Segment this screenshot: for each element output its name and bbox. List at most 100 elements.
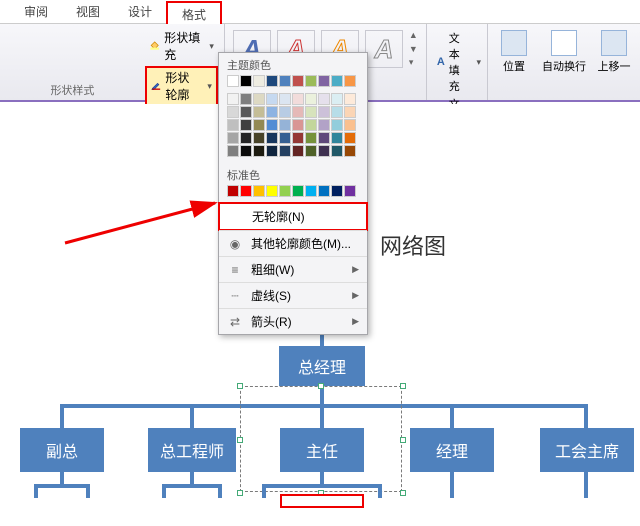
color-swatch[interactable] — [331, 119, 343, 131]
tab-design[interactable]: 设计 — [114, 0, 166, 23]
color-swatch[interactable] — [279, 119, 291, 131]
color-swatch[interactable] — [318, 106, 330, 118]
color-swatch[interactable] — [240, 106, 252, 118]
tab-view[interactable]: 视图 — [62, 0, 114, 23]
arrows-item[interactable]: ⇄ 箭头(R) ▶ — [219, 308, 367, 334]
color-swatch[interactable] — [292, 106, 304, 118]
node-manager[interactable]: 经理 — [410, 428, 494, 472]
color-swatch[interactable] — [344, 119, 356, 131]
wordart-gallery-more[interactable]: ▾ — [409, 57, 418, 68]
weight-item[interactable]: ≡ 粗细(W) ▶ — [219, 256, 367, 282]
position-button[interactable]: 位置 — [492, 30, 536, 94]
color-swatch[interactable] — [305, 119, 317, 131]
color-swatch[interactable] — [305, 93, 317, 105]
resize-handle[interactable] — [237, 383, 243, 389]
node-chief-eng[interactable]: 总工程师 — [148, 428, 236, 472]
color-swatch[interactable] — [266, 75, 278, 87]
color-swatch[interactable] — [227, 119, 239, 131]
resize-handle[interactable] — [400, 437, 406, 443]
dashes-item[interactable]: ┈ 虚线(S) ▶ — [219, 282, 367, 308]
color-swatch[interactable] — [292, 93, 304, 105]
color-swatch[interactable] — [331, 106, 343, 118]
color-swatch[interactable] — [240, 93, 252, 105]
color-swatch[interactable] — [344, 93, 356, 105]
node-union[interactable]: 工会主席 — [540, 428, 634, 472]
color-swatch[interactable] — [305, 145, 317, 157]
color-swatch[interactable] — [305, 185, 317, 197]
color-swatch[interactable] — [279, 93, 291, 105]
resize-handle[interactable] — [400, 383, 406, 389]
color-swatch[interactable] — [305, 132, 317, 144]
shape-fill-button[interactable]: 形状填充 ▾ — [145, 28, 218, 64]
wordart-preset-4[interactable]: A — [365, 30, 403, 68]
color-swatch[interactable] — [318, 75, 330, 87]
tab-format[interactable]: 格式 — [166, 1, 222, 24]
node-gm[interactable]: 总经理 — [279, 346, 365, 386]
color-swatch[interactable] — [292, 75, 304, 87]
resize-handle[interactable] — [237, 437, 243, 443]
color-swatch[interactable] — [318, 185, 330, 197]
color-swatch[interactable] — [266, 132, 278, 144]
color-swatch[interactable] — [318, 132, 330, 144]
theme-shades-grid[interactable] — [219, 93, 367, 163]
color-swatch[interactable] — [240, 185, 252, 197]
color-swatch[interactable] — [292, 185, 304, 197]
color-swatch[interactable] — [305, 106, 317, 118]
color-swatch[interactable] — [266, 145, 278, 157]
color-swatch[interactable] — [344, 185, 356, 197]
color-swatch[interactable] — [253, 132, 265, 144]
color-swatch[interactable] — [344, 132, 356, 144]
color-swatch[interactable] — [292, 119, 304, 131]
color-swatch[interactable] — [318, 145, 330, 157]
wrap-text-button[interactable]: 自动换行 — [542, 30, 586, 94]
color-swatch[interactable] — [253, 185, 265, 197]
color-swatch[interactable] — [318, 93, 330, 105]
resize-handle[interactable] — [400, 490, 406, 496]
color-swatch[interactable] — [240, 132, 252, 144]
color-swatch[interactable] — [331, 93, 343, 105]
color-swatch[interactable] — [253, 145, 265, 157]
color-swatch[interactable] — [253, 93, 265, 105]
color-swatch[interactable] — [227, 185, 239, 197]
color-swatch[interactable] — [227, 145, 239, 157]
color-swatch[interactable] — [240, 145, 252, 157]
color-swatch[interactable] — [331, 132, 343, 144]
resize-handle[interactable] — [318, 383, 324, 389]
color-swatch[interactable] — [279, 75, 291, 87]
color-swatch[interactable] — [240, 119, 252, 131]
wordart-gallery-down[interactable]: ▼ — [409, 44, 418, 54]
color-swatch[interactable] — [331, 75, 343, 87]
tab-review[interactable]: 审阅 — [10, 0, 62, 23]
bring-forward-button[interactable]: 上移一 — [592, 30, 636, 94]
color-swatch[interactable] — [266, 93, 278, 105]
color-swatch[interactable] — [253, 119, 265, 131]
text-fill-button[interactable]: A文本填充▾ — [437, 30, 481, 94]
color-swatch[interactable] — [240, 75, 252, 87]
color-swatch[interactable] — [227, 106, 239, 118]
theme-colors-row[interactable] — [219, 75, 367, 93]
wordart-gallery-up[interactable]: ▲ — [409, 30, 418, 40]
shape-outline-button[interactable]: 形状轮廓 ▾ — [145, 66, 218, 106]
color-swatch[interactable] — [344, 145, 356, 157]
color-swatch[interactable] — [318, 119, 330, 131]
more-colors-item[interactable]: ◉ 其他轮廓颜色(M)... — [219, 230, 367, 256]
color-swatch[interactable] — [279, 132, 291, 144]
color-swatch[interactable] — [279, 106, 291, 118]
color-swatch[interactable] — [344, 75, 356, 87]
color-swatch[interactable] — [279, 185, 291, 197]
color-swatch[interactable] — [279, 145, 291, 157]
color-swatch[interactable] — [266, 185, 278, 197]
color-swatch[interactable] — [305, 75, 317, 87]
color-swatch[interactable] — [253, 106, 265, 118]
color-swatch[interactable] — [292, 145, 304, 157]
color-swatch[interactable] — [227, 93, 239, 105]
color-swatch[interactable] — [344, 106, 356, 118]
node-vp[interactable]: 副总 — [20, 428, 104, 472]
color-swatch[interactable] — [266, 119, 278, 131]
no-outline-item[interactable]: 无轮廓(N) — [218, 202, 368, 231]
color-swatch[interactable] — [331, 145, 343, 157]
resize-handle[interactable] — [237, 490, 243, 496]
color-swatch[interactable] — [331, 185, 343, 197]
color-swatch[interactable] — [292, 132, 304, 144]
color-swatch[interactable] — [227, 75, 239, 87]
